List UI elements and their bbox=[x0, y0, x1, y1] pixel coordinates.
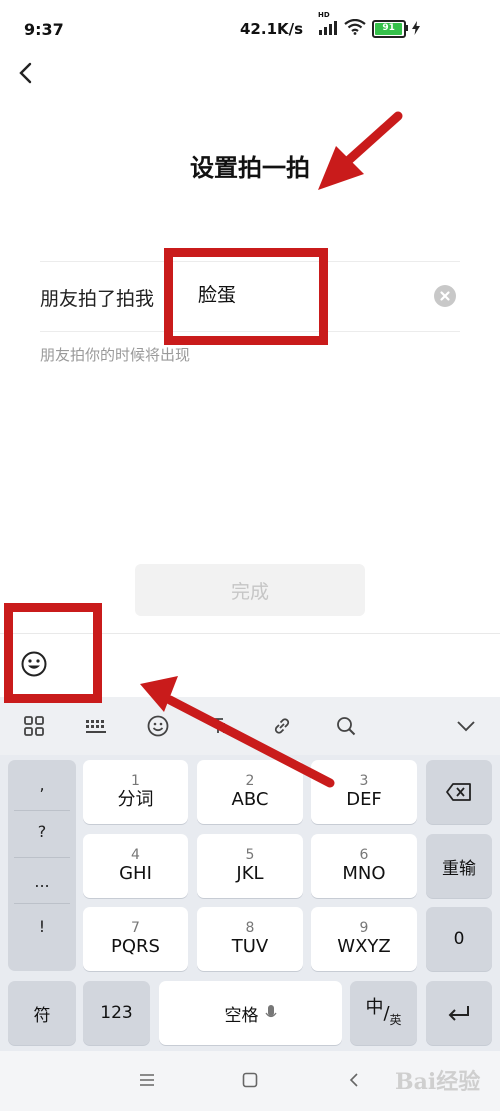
annotation-arrows bbox=[140, 111, 403, 788]
annotation-arrow-title bbox=[318, 111, 403, 190]
annotation-arrow-emoji bbox=[140, 676, 335, 788]
